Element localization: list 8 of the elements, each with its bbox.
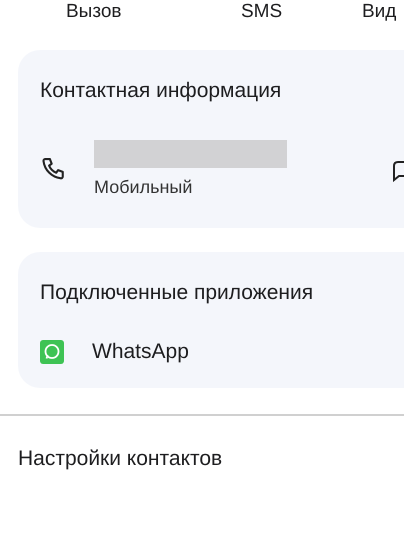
settings-title[interactable]: Настройки контактов: [18, 444, 404, 474]
action-label[interactable]: SMS: [241, 0, 362, 24]
action-label[interactable]: Вызов: [66, 0, 241, 24]
card-title: Контактная информация: [40, 78, 282, 104]
card-title: Подключенные приложения: [40, 280, 314, 306]
action-label[interactable]: Вид: [362, 0, 404, 24]
phone-type: Мобильный: [94, 176, 194, 198]
app-name[interactable]: WhatsApp: [92, 340, 189, 364]
